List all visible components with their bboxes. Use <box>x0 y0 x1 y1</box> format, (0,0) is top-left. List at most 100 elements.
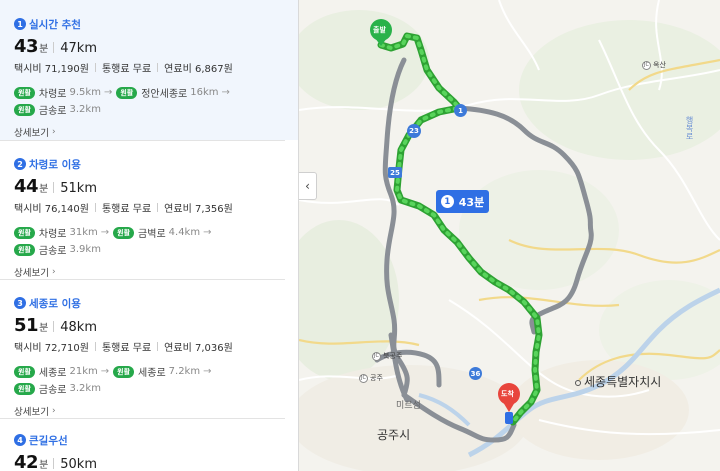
route-time-unit: 분 <box>39 184 49 195</box>
route-number-badge: 4 <box>14 434 26 446</box>
route-title: 2 차령로 이용 <box>14 156 298 172</box>
route-time-unit: 분 <box>39 323 49 334</box>
route-36-shield: 36 <box>469 367 482 380</box>
junction-ok: JC 옥산 <box>642 60 666 70</box>
panel-collapse-button[interactable]: ‹ <box>299 172 317 200</box>
divider <box>94 63 96 72</box>
route-number-badge: 1 <box>14 18 26 30</box>
junction-gongju: JC 공주 <box>359 373 383 383</box>
map-canvas <box>299 0 720 471</box>
divider <box>53 181 55 193</box>
road-distance: 3.9km <box>69 244 101 255</box>
start-label: 출발 <box>373 26 386 34</box>
arrow-right-icon: → <box>103 87 113 98</box>
chevron-right-icon: › <box>51 266 56 277</box>
traffic-status-badge: 원활 <box>14 103 35 116</box>
fuel-cost: 연료비 7,036원 <box>164 343 233 354</box>
junction-icon: JC <box>372 351 381 361</box>
detail-label: 상세보기 <box>14 267 49 279</box>
map-view[interactable]: 출발 도착 1 23 25 36 JC 북공주 JC 공주 JC 옥산 행복로 … <box>299 0 720 471</box>
chevron-right-icon: › <box>51 405 56 416</box>
junction-icon: JC <box>359 373 368 383</box>
traffic-status-badge: 원활 <box>113 226 135 239</box>
route-title: 4 큰길우선 <box>14 432 298 448</box>
road-line: 원활 차령로 31km → 원활 금벽로 4.4km → <box>14 224 298 241</box>
traffic-status-badge: 원활 <box>14 382 35 395</box>
route-time-value: 42 <box>14 452 39 471</box>
detail-label: 상세보기 <box>14 127 49 139</box>
road-distance: 21km <box>69 366 98 377</box>
taxi-fare: 택시비 72,710원 <box>14 343 89 354</box>
divider <box>157 342 159 351</box>
route-number-badge: 1 <box>440 195 454 208</box>
road-distance: 4.4km <box>168 227 201 238</box>
route-1-shield: 1 <box>454 104 467 117</box>
road-name: 금송로 <box>38 385 67 396</box>
traffic-status-badge: 원활 <box>14 243 35 256</box>
gongju-label: 공주시 <box>377 428 411 442</box>
arrow-right-icon: → <box>100 366 110 377</box>
route-summary: 44 분 51km <box>14 176 298 198</box>
toll-fee: 통행료 무료 <box>101 64 152 75</box>
road-distance: 3.2km <box>69 104 101 115</box>
traffic-status-badge: 원활 <box>116 86 138 99</box>
detail-link[interactable]: 상세보기 › <box>14 125 298 139</box>
map-label-right: 행복로 <box>685 116 694 140</box>
detail-link[interactable]: 상세보기 › <box>14 404 298 418</box>
route-costs: 택시비 76,140원 통행료 무료 연료비 7,356원 <box>14 201 298 215</box>
road-name: 차령로 <box>38 229 67 240</box>
road-name: 세종로 <box>38 368 67 379</box>
detail-label: 상세보기 <box>14 406 49 418</box>
traffic-status-badge: 원활 <box>14 86 35 99</box>
road-line: 원활 차령로 9.5km → 원활 정안세종로 16km → <box>14 84 298 101</box>
divider <box>157 203 159 212</box>
route-title: 3 세종로 이용 <box>14 295 298 311</box>
toll-fee: 통행료 무료 <box>101 204 152 215</box>
road-line: 원활 세종로 21km → 원활 세종로 7.2km → <box>14 363 298 380</box>
route-list-panel: 1 실시간 추천 43 분 47km 택시비 71,190원 통행료 무료 연료… <box>0 0 299 471</box>
road-name: 정안세종로 <box>141 89 188 100</box>
road-line: 원활 금송로 3.9km <box>14 241 298 258</box>
road-name: 금벽로 <box>138 229 166 240</box>
route-costs: 택시비 72,710원 통행료 무료 연료비 7,036원 <box>14 340 298 354</box>
route-card-3[interactable]: 3 세종로 이용 51 분 48km 택시비 72,710원 통행료 무료 연료… <box>0 280 298 418</box>
route-time-unit: 분 <box>39 460 49 471</box>
detail-link[interactable]: 상세보기 › <box>14 265 298 279</box>
route-23-shield: 23 <box>407 124 421 138</box>
traffic-status-badge: 원활 <box>113 365 135 378</box>
divider <box>53 41 55 53</box>
route-card-4[interactable]: 4 큰길우선 42 분 50km <box>0 419 298 471</box>
route-summary: 42 분 50km <box>14 452 298 471</box>
route-card-1[interactable]: 1 실시간 추천 43 분 47km 택시비 71,190원 통행료 무료 연료… <box>0 0 298 140</box>
route-summary: 43 분 47km <box>14 36 298 58</box>
route-card-2[interactable]: 2 차령로 이용 44 분 51km 택시비 76,140원 통행료 무료 연료… <box>0 141 298 279</box>
road-distance: 31km <box>69 227 98 238</box>
road-name: 차령로 <box>38 89 67 100</box>
divider <box>94 203 96 212</box>
route-number-badge: 3 <box>14 297 26 309</box>
route-time-value: 51 <box>14 315 39 336</box>
end-label: 도착 <box>501 390 514 398</box>
route-distance: 51km <box>60 181 97 196</box>
road-line: 원활 금송로 3.2km <box>14 101 298 118</box>
traffic-status-badge: 원활 <box>14 365 35 378</box>
route-name: 큰길우선 <box>29 434 68 447</box>
route-title: 1 실시간 추천 <box>14 16 298 32</box>
route-distance: 50km <box>60 457 97 471</box>
route-name: 실시간 추천 <box>29 18 81 31</box>
arrow-right-icon: → <box>203 366 212 377</box>
route-time-value: 44 <box>14 176 39 197</box>
divider <box>53 320 55 332</box>
taxi-fare: 택시비 71,190원 <box>14 64 89 75</box>
taxi-fare: 택시비 76,140원 <box>14 204 89 215</box>
road-distance: 3.2km <box>69 383 101 394</box>
route-number-badge: 2 <box>14 158 26 170</box>
traffic-status-badge: 원활 <box>14 226 35 239</box>
road-distance: 9.5km <box>69 87 101 98</box>
route-time-bubble[interactable]: 1 43분 <box>436 190 489 213</box>
fuel-cost: 연료비 7,356원 <box>164 204 233 215</box>
arrow-right-icon: → <box>100 227 110 238</box>
chevron-right-icon: › <box>51 126 56 137</box>
road-name: 세종로 <box>138 368 166 379</box>
divider <box>94 342 96 351</box>
